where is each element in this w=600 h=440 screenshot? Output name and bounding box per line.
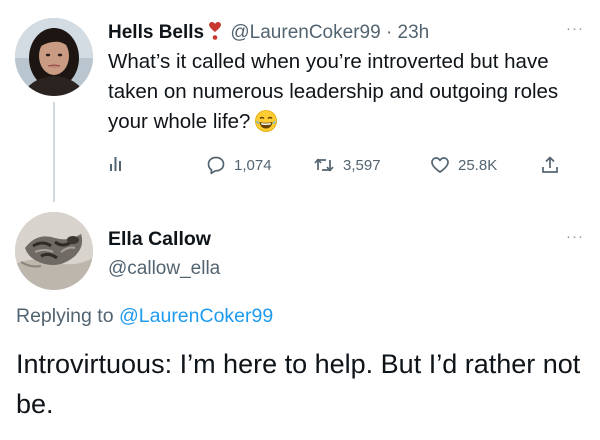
replying-to-label: Replying to	[16, 305, 114, 327]
retweet-icon	[314, 158, 334, 172]
author-handle[interactable]: @LaurenCoker99	[230, 22, 380, 43]
replying-to-mention[interactable]: @LaurenCoker99	[119, 305, 273, 327]
avatar-photo	[15, 18, 93, 96]
face-with-tears-of-joy-icon	[254, 109, 278, 142]
replying-to-line: Replying to @LaurenCoker99	[16, 305, 273, 328]
thread-line	[53, 102, 55, 202]
share-icon	[542, 156, 558, 173]
reply-more-icon[interactable]: ···	[566, 229, 584, 244]
heart-exclamation-icon	[208, 21, 222, 47]
share-button[interactable]	[540, 155, 560, 175]
like-button[interactable]: 25.8K	[430, 155, 497, 175]
reply-avatar[interactable]	[15, 212, 93, 290]
time-separator: ·	[385, 22, 393, 43]
like-icon	[431, 157, 449, 173]
tweet-actions: 1,074 3,597 25.8K	[108, 155, 578, 179]
analytics-icon	[110, 157, 121, 171]
retweet-button[interactable]: 3,597	[313, 155, 381, 175]
reply-icon	[207, 156, 225, 175]
display-name[interactable]: Hells Bells	[108, 22, 204, 43]
like-count: 25.8K	[458, 156, 498, 174]
cat-photo	[15, 212, 93, 290]
retweet-count: 3,597	[343, 156, 381, 174]
avatar[interactable]	[15, 18, 93, 96]
reply-author-handle[interactable]: @callow_ella	[108, 258, 220, 280]
tweet-text-content: What’s it called when you’re introverted…	[108, 50, 559, 133]
tweet-text: What’s it called when you’re introverted…	[108, 47, 583, 142]
reply-text: Introvirtuous: I’m here to help. But I’d…	[16, 349, 581, 419]
tweet-header: Hells Bells @LaurenCoker99 · 23h	[108, 21, 588, 45]
timestamp[interactable]: 23h	[398, 22, 430, 43]
analytics-button[interactable]	[108, 155, 126, 173]
tweet-thread-page: Hells Bells @LaurenCoker99 · 23h ··· Wha…	[0, 0, 600, 440]
reply-count: 1,074	[234, 156, 272, 174]
original-tweet[interactable]: Hells Bells @LaurenCoker99 · 23h ··· Wha…	[0, 0, 600, 205]
reply-button[interactable]: 1,074	[206, 155, 272, 175]
reply-display-name[interactable]: Ella Callow	[108, 228, 211, 251]
more-icon[interactable]: ···	[566, 21, 584, 36]
